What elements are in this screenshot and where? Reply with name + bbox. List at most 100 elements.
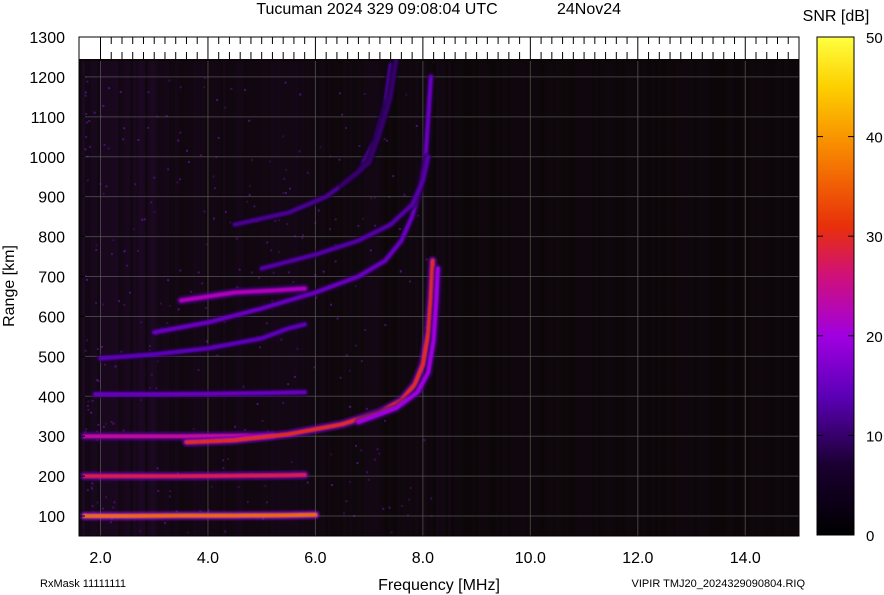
noise-speck	[212, 217, 215, 220]
noise-column	[556, 60, 559, 537]
noise-speck	[103, 143, 106, 146]
noise-speck	[192, 427, 195, 430]
noise-column	[703, 60, 706, 537]
y-tick-label: 1000	[29, 150, 65, 167]
noise-speck	[203, 210, 206, 213]
noise-speck	[201, 282, 204, 285]
noise-speck	[259, 346, 262, 349]
noise-column	[154, 60, 157, 537]
noise-speck	[362, 217, 365, 220]
noise-column	[502, 60, 505, 537]
noise-column	[361, 60, 364, 537]
noise-speck	[88, 120, 91, 122]
noise-speck	[264, 485, 267, 488]
noise-column	[721, 61, 724, 536]
noise-column	[562, 60, 565, 537]
noise-speck	[224, 210, 227, 213]
noise-speck	[84, 349, 87, 352]
ionogram-chart: Tucuman 2024 329 09:08:04 UTC 24Nov24 10…	[1, 1, 883, 594]
noise-column	[454, 60, 457, 537]
noise-speck	[348, 480, 351, 483]
noise-column	[748, 60, 751, 537]
noise-speck	[388, 506, 391, 509]
noise-speck	[301, 236, 304, 239]
noise-speck	[85, 113, 88, 115]
noise-speck	[237, 486, 240, 488]
noise-column	[412, 60, 415, 537]
noise-speck	[244, 428, 247, 431]
noise-speck	[176, 181, 179, 184]
noise-column	[259, 60, 262, 537]
noise-speck	[378, 452, 381, 455]
noise-column	[118, 60, 121, 537]
noise-speck	[235, 237, 238, 240]
noise-speck	[95, 248, 98, 251]
noise-speck	[256, 403, 259, 406]
noise-column	[391, 60, 394, 537]
noise-column	[778, 60, 781, 537]
noise-column	[406, 60, 409, 537]
noise-speck	[338, 158, 341, 161]
noise-column	[358, 60, 361, 537]
noise-column	[760, 60, 763, 537]
noise-speck	[390, 531, 393, 534]
noise-column	[364, 60, 367, 537]
noise-column	[739, 60, 742, 537]
noise-column	[136, 60, 139, 537]
noise-column	[655, 60, 658, 537]
noise-speck	[293, 375, 296, 378]
noise-column	[121, 60, 124, 537]
noise-speck	[278, 251, 281, 254]
noise-speck	[112, 422, 115, 425]
y-tick-label: 800	[38, 230, 65, 247]
noise-column	[340, 60, 343, 537]
noise-speck	[355, 344, 358, 347]
trace-line	[82, 472, 307, 479]
y-tick-label: 200	[38, 469, 65, 486]
noise-column	[532, 60, 535, 537]
noise-speck	[339, 376, 342, 379]
x-tick-label: 4.0	[197, 550, 219, 567]
noise-speck	[105, 185, 108, 188]
noise-column	[697, 60, 700, 537]
noise-speck	[360, 360, 363, 363]
noise-speck	[248, 194, 251, 196]
noise-column	[475, 61, 478, 536]
noise-column	[709, 61, 712, 536]
noise-column	[625, 60, 628, 537]
noise-column	[148, 60, 151, 537]
noise-speck	[186, 149, 188, 152]
noise-column	[265, 60, 268, 537]
noise-speck	[166, 322, 169, 324]
noise-column	[763, 60, 766, 537]
x-tick-label: 2.0	[89, 550, 111, 567]
noise-column	[649, 60, 652, 537]
noise-column	[91, 60, 94, 537]
noise-column	[334, 60, 337, 537]
noise-column	[409, 60, 412, 537]
noise-column	[145, 60, 148, 537]
noise-speck	[355, 444, 357, 447]
noise-speck	[356, 462, 359, 465]
noise-column	[541, 60, 544, 537]
noise-column	[577, 60, 580, 537]
noise-column	[550, 60, 553, 537]
noise-column	[343, 60, 346, 537]
noise-speck	[374, 196, 376, 199]
noise-column	[610, 60, 613, 537]
noise-column	[700, 60, 703, 537]
noise-column	[487, 60, 490, 537]
noise-column	[553, 60, 556, 537]
noise-column	[571, 60, 574, 537]
noise-column	[568, 60, 571, 537]
noise-column	[322, 60, 325, 537]
noise-column	[445, 60, 448, 537]
noise-speck	[250, 158, 253, 161]
noise-column	[727, 60, 730, 537]
noise-column	[790, 61, 793, 536]
noise-column	[139, 60, 142, 537]
noise-speck	[122, 429, 125, 432]
noise-speck	[385, 139, 388, 142]
noise-speck	[197, 369, 200, 372]
colorbar	[816, 36, 855, 536]
